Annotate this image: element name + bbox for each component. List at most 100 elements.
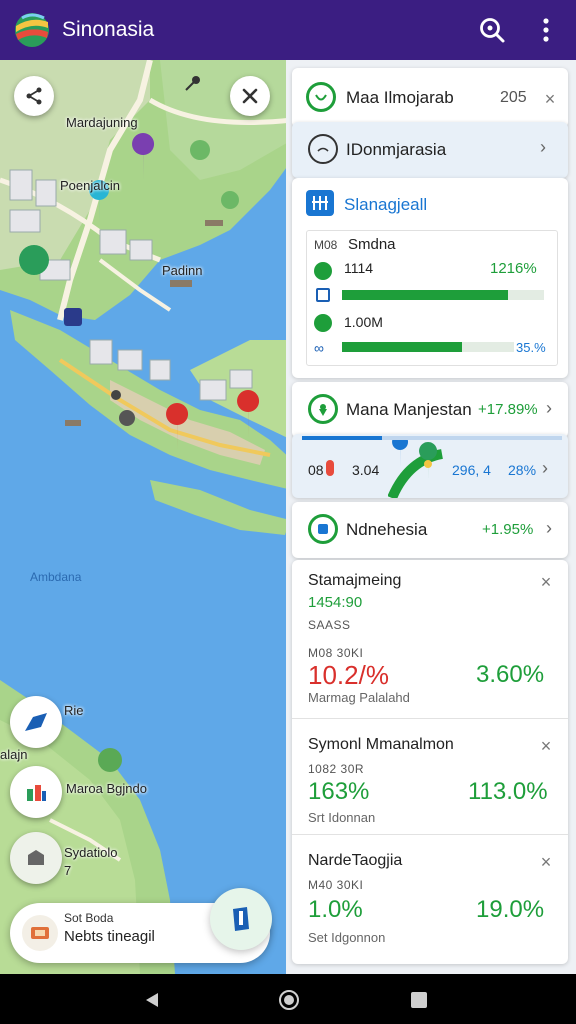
entry-name: NardeTaogjia	[308, 852, 403, 869]
entry-small: M40 30KI	[308, 878, 364, 892]
entries-card: Stamajmeing × 1454:90 SAASS M08 30KI 10.…	[292, 560, 568, 964]
close-icon[interactable]: ×	[538, 853, 554, 871]
region-row[interactable]: IDonmjarasia ›	[292, 122, 568, 178]
row-title: Maa Ilmojarab	[346, 88, 454, 107]
search-icon[interactable]	[478, 16, 506, 44]
entry-foot: Set Idgonnon	[308, 930, 386, 945]
entry-name: Symonl Mmanalmon	[308, 736, 454, 753]
recents-icon[interactable]	[410, 991, 428, 1009]
poi-park[interactable]	[10, 766, 62, 818]
app-bar: Sinonasia	[0, 0, 576, 60]
chevron-right-icon[interactable]: ›	[540, 137, 546, 158]
route-b: 3.04	[352, 462, 380, 478]
stats-title: Slanagjeall	[344, 195, 428, 214]
stats-row1-track	[342, 290, 544, 300]
entry-small: 1082 30R	[308, 762, 365, 776]
back-icon[interactable]	[144, 992, 160, 1008]
region-row[interactable]: Mana Manjestan +17.89% ›	[292, 382, 568, 438]
share-button[interactable]	[14, 76, 54, 116]
badge-icon	[308, 514, 338, 544]
entry-small: M08 30KI	[308, 646, 364, 660]
entry-name: Stamajmeing	[308, 572, 402, 589]
entry-big-right: 113.0%	[468, 778, 548, 805]
stats-row2-bar	[342, 342, 463, 352]
row-title: IDonmjarasia	[346, 140, 447, 159]
place-card-title: Nebts tineagil	[64, 928, 155, 945]
face-icon	[308, 134, 338, 164]
entry-big-left: 163%	[308, 778, 370, 805]
location-icon	[306, 82, 336, 112]
map-label-district: Poenjalcin	[60, 178, 120, 193]
route-map-icon	[388, 440, 444, 498]
close-icon[interactable]: ×	[538, 737, 554, 755]
stats-row1-value: 1216%	[490, 260, 537, 277]
entry-big-left: 10.2/%	[308, 660, 389, 690]
divider	[292, 718, 568, 719]
poi-stadio[interactable]	[10, 832, 62, 884]
stats-header-b: Smdna	[348, 236, 396, 253]
park-icon	[27, 785, 46, 801]
close-icon[interactable]: ×	[538, 573, 554, 591]
stats-row2-track	[342, 342, 514, 352]
list-item[interactable]: Stamajmeing × 1454:90 SAASS M08 30KI 10.…	[292, 560, 568, 720]
list-item[interactable]: NardeTaogjia × M40 30KI 1.0% 19.0% Set I…	[292, 836, 568, 964]
stats-row2-value: 35.%	[516, 340, 546, 355]
poi-stadio-sub: 7	[64, 863, 72, 878]
row-value: +17.89%	[478, 401, 538, 418]
close-icon	[242, 88, 258, 104]
stats-icon	[306, 190, 334, 216]
close-icon[interactable]: ×	[542, 90, 558, 108]
location-icon	[308, 394, 338, 424]
chevron-right-icon[interactable]: ›	[542, 458, 548, 479]
map-label-district: Mardajuning	[66, 115, 138, 130]
system-nav-bar	[0, 974, 576, 1024]
entry-foot: Marmag Palalahd	[308, 690, 410, 705]
stats-row1-label: 1114	[344, 260, 374, 276]
route-row[interactable]: 08 3.04 296, 4 28% ›	[292, 434, 568, 498]
map-view[interactable]: Mardajuning Poenjalcin Padinn Ambdana Ri…	[0, 60, 292, 974]
stats-row1-bar	[342, 290, 508, 300]
stadium-icon	[28, 850, 44, 865]
location-row[interactable]: Maa Ilmojarab 205 ×	[292, 68, 568, 128]
divider	[292, 834, 568, 835]
map-label-district: Padinn	[162, 263, 203, 278]
directions-button[interactable]	[210, 888, 272, 950]
list-item[interactable]: Symonl Mmanalmon × 1082 30R 163% 113.0% …	[292, 720, 568, 836]
route-a: 08	[308, 462, 324, 478]
directions-icon	[233, 907, 249, 931]
chevron-right-icon[interactable]: ›	[546, 518, 552, 539]
poi-left-label: alajn	[0, 747, 28, 762]
poi-ride[interactable]	[10, 696, 62, 748]
region-row[interactable]: Ndnehesia +1.95% ›	[292, 502, 568, 558]
entry-code: 1454:90	[308, 594, 363, 611]
entry-foot: Srt Idonnan	[308, 810, 376, 825]
stats-header-a: M08	[314, 238, 338, 252]
close-map-button[interactable]	[230, 76, 270, 116]
poi-ride-label: Rie	[64, 703, 84, 718]
chevron-right-icon[interactable]: ›	[546, 398, 552, 419]
entry-big-left: 1.0%	[308, 896, 363, 923]
entry-big-right: 3.60%	[476, 661, 545, 688]
row-title: Ndnehesia	[346, 520, 428, 539]
stats-row2-label: 1.00M	[344, 314, 383, 330]
more-vert-icon[interactable]	[536, 16, 556, 44]
route-d: 28%	[508, 462, 537, 478]
pin-icon	[326, 460, 334, 476]
place-icon	[22, 915, 58, 951]
entry-big-right: 19.0%	[476, 896, 545, 923]
route-bar	[302, 436, 382, 440]
wave-icon: ∞	[314, 340, 324, 356]
poi-stadio-label: Sydatiolo	[64, 845, 118, 860]
share-icon	[26, 87, 42, 105]
route-c: 296, 4	[452, 462, 491, 478]
leaf-icon	[314, 262, 332, 280]
info-panel: Maa Ilmojarab 205 × IDonmjarasia › Slana…	[286, 60, 576, 974]
leaf-icon	[314, 314, 332, 332]
row-value: +1.95%	[482, 521, 534, 538]
home-icon[interactable]	[278, 989, 300, 1011]
row-title: Mana Manjestan	[346, 400, 472, 419]
stats-card: Slanagjeall M08 Smdna 1114 1216% 1.00M ∞…	[292, 178, 568, 378]
map-label-water: Ambdana	[30, 570, 82, 584]
app-title: Sinonasia	[62, 18, 155, 41]
entry-sub: SAASS	[308, 618, 351, 632]
